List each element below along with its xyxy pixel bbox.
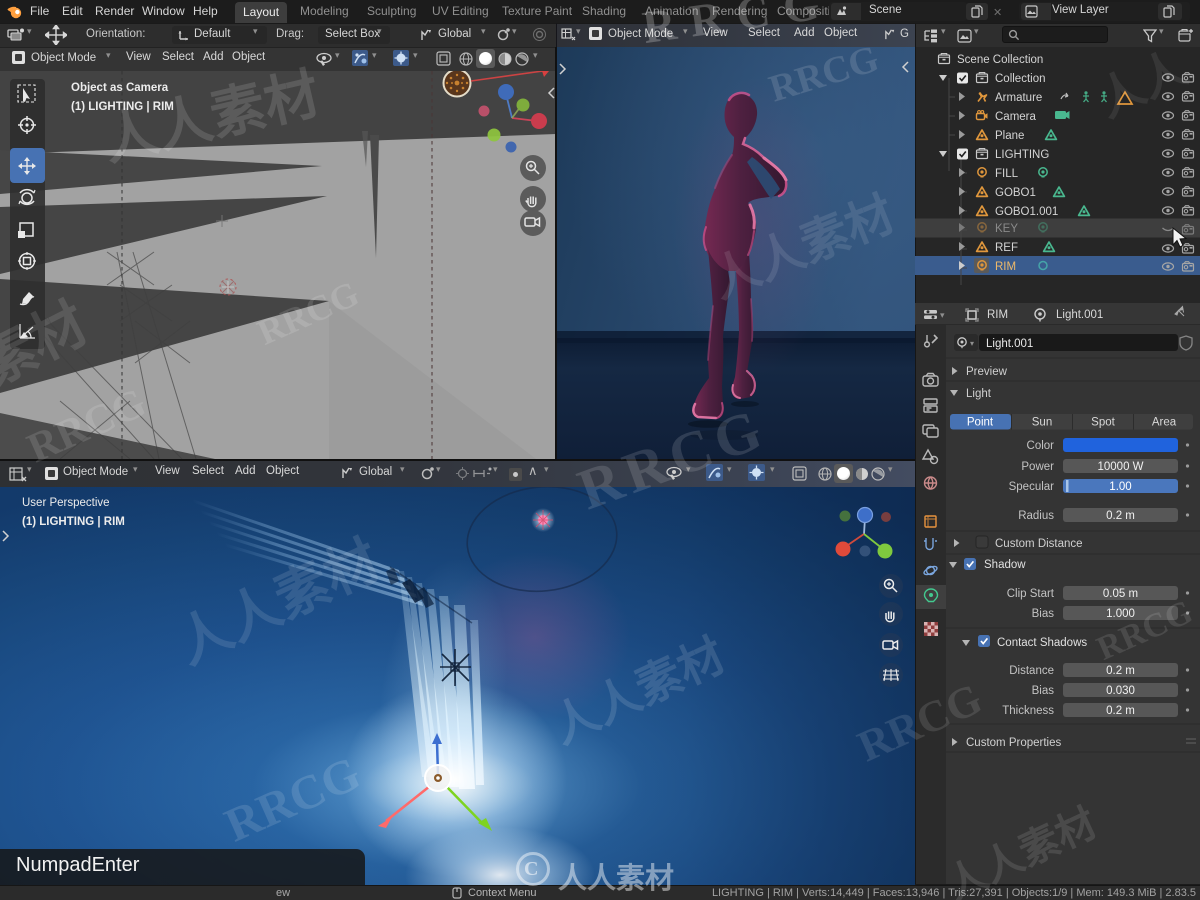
svg-text:Area: Area — [1152, 417, 1177, 429]
svg-text:▾: ▾ — [940, 310, 945, 320]
svg-text:Plane: Plane — [995, 130, 1024, 142]
svg-text:Distance: Distance — [1009, 665, 1054, 677]
svg-text:Object as Camera: Object as Camera — [71, 82, 169, 94]
svg-text:GOBO1: GOBO1 — [995, 187, 1036, 199]
svg-text:Clip Start: Clip Start — [1007, 588, 1055, 600]
svg-text:Radius: Radius — [1018, 510, 1054, 522]
svg-text:▾: ▾ — [970, 339, 974, 348]
svg-text:Custom Distance: Custom Distance — [995, 538, 1083, 550]
svg-text:0.2 m: 0.2 m — [1106, 510, 1135, 522]
svg-text:Color: Color — [1027, 440, 1055, 452]
svg-text:Point: Point — [967, 417, 994, 429]
svg-text:0.05 m: 0.05 m — [1103, 588, 1138, 600]
svg-text:Bias: Bias — [1032, 685, 1055, 697]
svg-text:Sun: Sun — [1032, 417, 1052, 429]
svg-text:Scene Collection: Scene Collection — [957, 54, 1043, 66]
svg-text:Thickness: Thickness — [1002, 705, 1054, 717]
svg-text:Specular: Specular — [1009, 481, 1055, 493]
svg-text:RIM: RIM — [995, 261, 1016, 273]
svg-text:LIGHTING: LIGHTING — [995, 149, 1049, 161]
svg-text:Preview: Preview — [966, 366, 1008, 378]
svg-text:Light.001: Light.001 — [1056, 309, 1103, 321]
svg-text:RIM: RIM — [987, 309, 1008, 321]
svg-text:GOBO1.001: GOBO1.001 — [995, 206, 1058, 218]
svg-text:0.2 m: 0.2 m — [1106, 665, 1135, 677]
svg-text:Bias: Bias — [1032, 608, 1055, 620]
svg-text:1.000: 1.000 — [1106, 608, 1135, 620]
svg-text:Spot: Spot — [1091, 417, 1115, 429]
svg-text:Collection: Collection — [995, 73, 1046, 85]
svg-text:Custom Properties: Custom Properties — [966, 737, 1061, 749]
svg-text:Contact Shadows: Contact Shadows — [997, 637, 1087, 649]
svg-text:0.2 m: 0.2 m — [1106, 705, 1135, 717]
svg-text:FILL: FILL — [995, 168, 1019, 180]
svg-text:Light.001: Light.001 — [986, 338, 1033, 350]
svg-text:Power: Power — [1021, 461, 1054, 473]
svg-text:KEY: KEY — [995, 223, 1018, 235]
svg-text:Armature: Armature — [995, 92, 1042, 104]
svg-text:10000 W: 10000 W — [1097, 461, 1143, 473]
svg-text:Light: Light — [966, 388, 992, 400]
svg-text:0.030: 0.030 — [1106, 685, 1135, 697]
svg-text:1.00: 1.00 — [1109, 481, 1131, 493]
svg-text:(1) LIGHTING | RIM: (1) LIGHTING | RIM — [71, 101, 174, 113]
svg-text:(1) LIGHTING | RIM: (1) LIGHTING | RIM — [22, 516, 125, 528]
svg-text:User Perspective: User Perspective — [22, 497, 110, 509]
svg-text:REF: REF — [995, 242, 1018, 254]
svg-text:Camera: Camera — [995, 111, 1037, 123]
svg-text:Shadow: Shadow — [984, 559, 1026, 571]
